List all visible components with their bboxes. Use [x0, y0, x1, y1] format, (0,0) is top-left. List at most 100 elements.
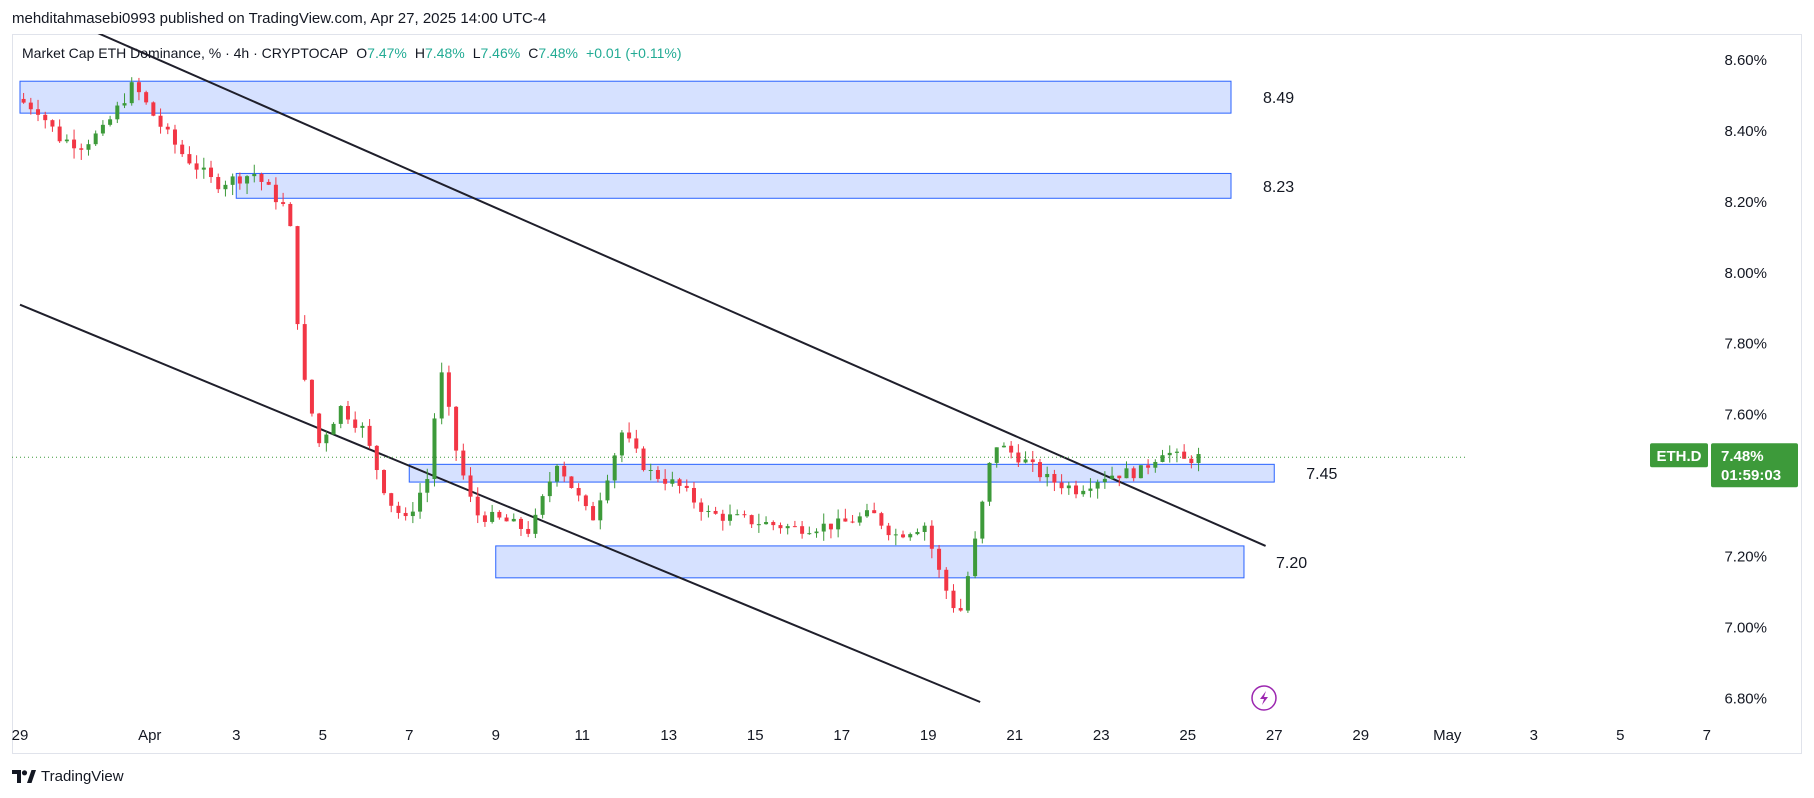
candle-down [518, 516, 523, 536]
candle-body [410, 511, 415, 517]
candle-down [43, 111, 48, 129]
candle-down [57, 119, 62, 143]
candle-body [216, 177, 221, 190]
x-tick-label-16: May [1433, 727, 1462, 744]
candle-body [1196, 454, 1201, 464]
candle-body [987, 462, 992, 502]
candle-up [324, 431, 329, 452]
price-chart[interactable]: 8.49 8.23 7.45 7.20 8.60% 8.40% 8.20% 8.00% 7.8… [0, 0, 1814, 798]
candle-body [403, 512, 408, 517]
candle-up [908, 532, 913, 541]
candle-down [749, 514, 754, 529]
candle-body [172, 129, 177, 145]
candle-body [1052, 473, 1057, 483]
candle-body [1102, 478, 1107, 483]
candle-body [627, 432, 632, 439]
candle-down [345, 400, 350, 424]
x-tick-label-10: 19 [920, 727, 937, 744]
candle-body [382, 470, 387, 494]
candle-body [518, 518, 523, 529]
candle-body [461, 450, 466, 476]
candle-up [410, 502, 415, 524]
candle-up [785, 523, 790, 535]
candle-down [583, 494, 588, 511]
x-tick-label-8: 15 [747, 727, 764, 744]
price-badge-countdown: 01:59:03 [1721, 467, 1781, 484]
candle-body [1167, 452, 1172, 456]
candle-body [439, 372, 444, 419]
candle-body [591, 506, 596, 521]
candle-body [735, 514, 740, 516]
candle-down [901, 530, 906, 539]
candle-body [879, 513, 884, 526]
candle-body [1059, 482, 1064, 489]
candle-down [526, 521, 531, 538]
candle-body [1045, 473, 1050, 478]
candle-down [720, 509, 725, 531]
candle-down [1074, 480, 1079, 499]
x-tick-label-4: 7 [405, 727, 413, 744]
tradingview-logo-icon [12, 770, 36, 783]
candle-up [915, 528, 920, 536]
candle-body [93, 133, 98, 145]
candle-down [828, 523, 833, 539]
zone-label-1: 8.23 [1263, 179, 1294, 196]
candle-up [706, 505, 711, 518]
candle-up [93, 130, 98, 147]
candle-body [547, 481, 552, 497]
candle-up [490, 504, 495, 524]
candle-body [28, 102, 33, 110]
x-axis[interactable]: 29 Apr 3 5 7 9 11 13 15 17 19 21 23 25 27 29 May 3 5 7 [12, 727, 1711, 744]
candle-down [641, 446, 646, 472]
candle-down [165, 123, 170, 135]
candle-body [237, 176, 242, 184]
candle-up [540, 494, 545, 519]
candle-body [425, 479, 430, 493]
candle-body [309, 379, 314, 414]
x-tick-label-1: Apr [138, 727, 161, 744]
candle-down [569, 476, 574, 489]
candle-body [43, 114, 48, 121]
candle-body [259, 173, 264, 182]
candle-down [172, 124, 177, 154]
candle-up [1081, 485, 1086, 497]
candle-down [591, 501, 596, 521]
candle-body [1131, 468, 1136, 479]
candle-down [461, 443, 466, 480]
candle-body [1189, 458, 1194, 464]
candle-body [1146, 465, 1151, 468]
y-axis[interactable]: 8.60% 8.40% 8.20% 8.00% 7.80% 7.60% 7.20% 7.00%… [1724, 52, 1767, 708]
candle-body [79, 148, 84, 150]
footer-brand[interactable]: TradingView [12, 768, 124, 785]
candle-body [598, 500, 603, 521]
candle-up [432, 413, 437, 487]
candle-body [792, 526, 797, 528]
candle-body [699, 502, 704, 512]
candle-body [389, 493, 394, 506]
candle-body [324, 434, 329, 444]
candle-down [699, 498, 704, 521]
candle-down [497, 510, 502, 520]
candle-body [800, 526, 805, 534]
candle-body [958, 608, 963, 611]
candle-body [814, 531, 819, 534]
candle-down [72, 129, 77, 159]
candle-body [108, 119, 113, 125]
candle-up [598, 492, 603, 530]
candle-body [266, 181, 271, 185]
zone-label-2: 7.45 [1306, 466, 1337, 483]
candle-body [360, 425, 365, 428]
candle-down [216, 173, 221, 194]
x-tick-label-15: 29 [1352, 727, 1369, 744]
candle-body [720, 513, 725, 521]
x-tick-label-6: 11 [574, 727, 590, 744]
trendline-1 [19, 303, 981, 703]
y-tick-label-4: 7.80% [1724, 336, 1767, 353]
candle-body [230, 176, 235, 185]
candle-body [821, 523, 826, 532]
candle-down [50, 119, 55, 132]
candle-body [994, 447, 999, 463]
candle-body [764, 522, 769, 525]
candle-down [396, 501, 401, 519]
candle-body [475, 496, 480, 516]
